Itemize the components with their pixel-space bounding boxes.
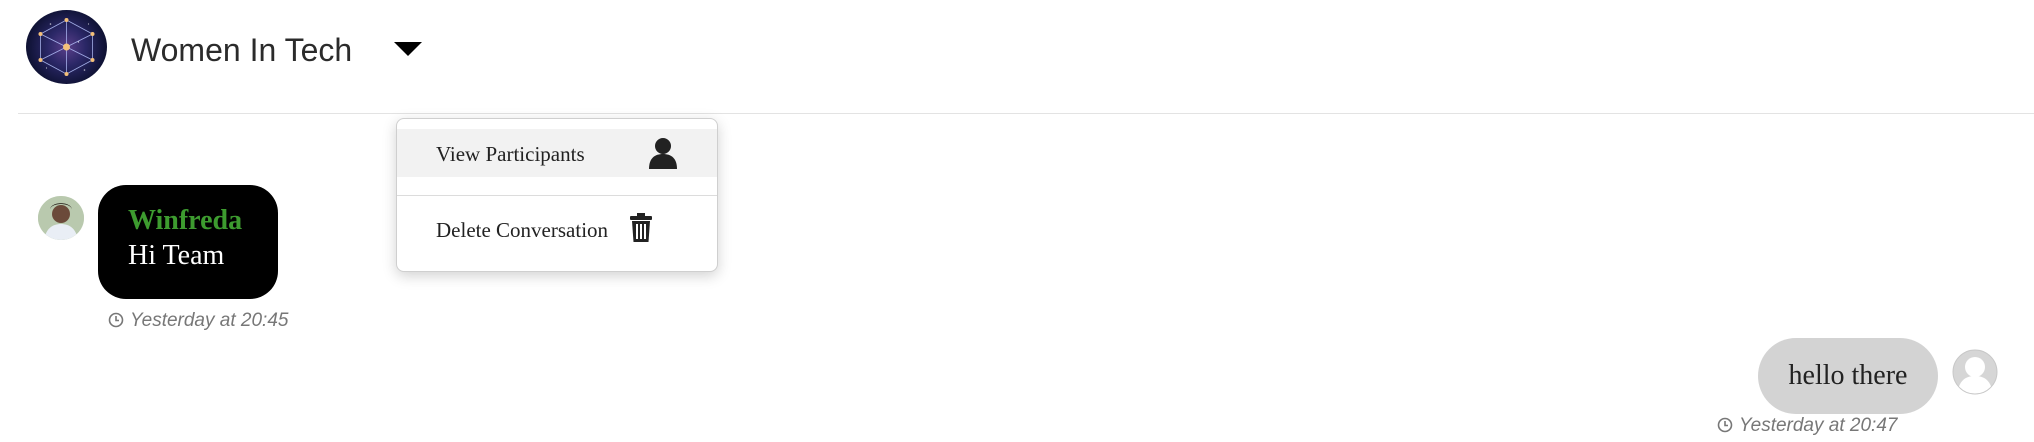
view-participants-menu-item[interactable]: View Participants (397, 129, 717, 177)
delete-conversation-label: Delete Conversation (436, 218, 609, 242)
view-participants-label: View Participants (436, 142, 585, 166)
received-message-bubble: Winfreda Hi Team (98, 185, 278, 299)
trash-icon (630, 213, 652, 242)
sender-name: Winfreda (128, 205, 243, 236)
sent-timestamp-text: Yesterday at 20:47 (1739, 415, 1898, 436)
sent-message-text: hello there (1788, 360, 1908, 391)
menu-separator (397, 195, 717, 196)
received-message-timestamp: Yesterday at 20:45 (108, 310, 288, 332)
conversation-options-menu: View Participants Delete Conversation (396, 118, 718, 272)
group-title: Women In Tech (131, 32, 353, 68)
delete-conversation-menu-item[interactable]: Delete Conversation (397, 205, 717, 253)
sender-avatar[interactable] (38, 196, 84, 240)
network-icon (38, 18, 95, 76)
person-icon (649, 138, 677, 169)
group-avatar[interactable] (26, 10, 107, 84)
sent-message-timestamp: Yesterday at 20:47 (1717, 415, 1897, 437)
received-timestamp-text: Yesterday at 20:45 (130, 310, 289, 331)
caret-down-icon[interactable] (392, 36, 424, 62)
sent-message-bubble: hello there (1758, 338, 1938, 414)
clock-icon (1717, 417, 1733, 433)
clock-icon (108, 312, 124, 328)
received-message-text: Hi Team (128, 240, 225, 271)
chat-header: Women In Tech (0, 0, 2034, 114)
header-divider (18, 113, 2034, 114)
user-avatar-icon[interactable] (1952, 349, 1998, 395)
